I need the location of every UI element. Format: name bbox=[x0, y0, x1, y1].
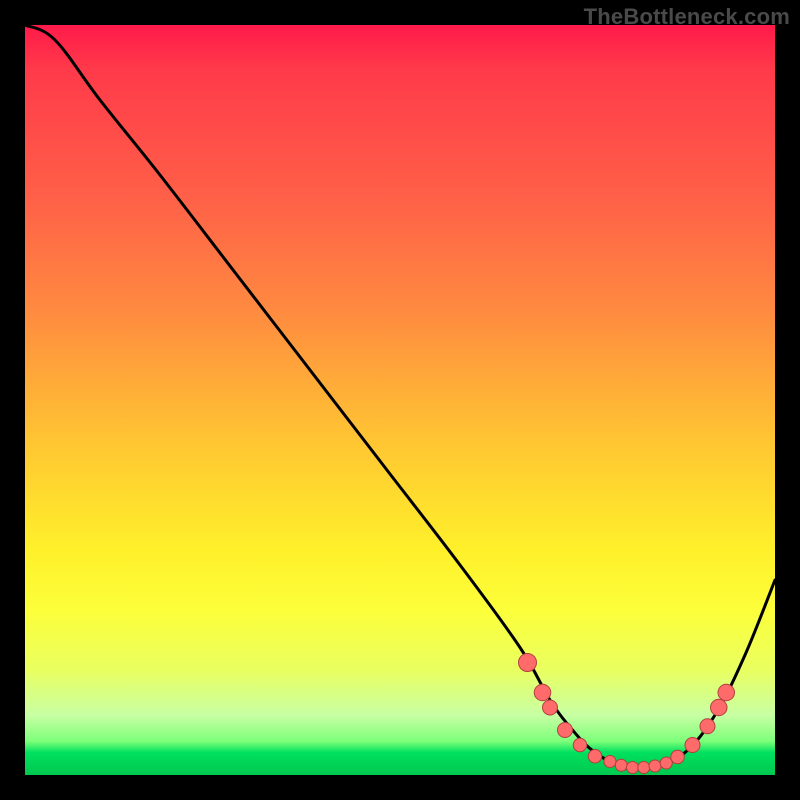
data-point bbox=[660, 757, 672, 769]
data-point bbox=[588, 750, 602, 764]
curve-markers bbox=[519, 654, 735, 774]
watermark-text: TheBottleneck.com bbox=[584, 4, 790, 30]
data-point bbox=[718, 684, 735, 701]
data-point bbox=[573, 738, 587, 752]
data-point bbox=[543, 700, 558, 715]
bottleneck-curve bbox=[25, 25, 775, 770]
data-point bbox=[615, 759, 627, 771]
curve-layer bbox=[25, 25, 775, 775]
data-point bbox=[519, 654, 537, 672]
data-point bbox=[685, 738, 700, 753]
data-point bbox=[649, 760, 661, 772]
data-point bbox=[627, 762, 639, 774]
data-point bbox=[534, 684, 551, 701]
plot-area bbox=[25, 25, 775, 775]
data-point bbox=[700, 719, 715, 734]
data-point bbox=[671, 750, 685, 764]
data-point bbox=[711, 699, 728, 716]
chart-frame: TheBottleneck.com bbox=[0, 0, 800, 800]
data-point bbox=[604, 756, 616, 768]
data-point bbox=[638, 762, 650, 774]
data-point bbox=[558, 723, 573, 738]
